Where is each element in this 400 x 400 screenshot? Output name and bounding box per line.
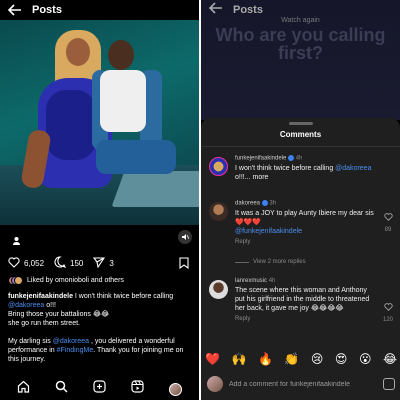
commenter-name[interactable]: dakoreea (235, 201, 260, 207)
post-actions: 6,052 150 3 (8, 256, 120, 270)
video-overlay-small: Watch again (281, 17, 320, 24)
profile-avatar[interactable] (169, 382, 183, 396)
emoji-heart[interactable]: ❤️ (205, 352, 220, 366)
mute-icon[interactable] (178, 230, 192, 244)
heart-icon (383, 303, 393, 311)
back-arrow-icon[interactable] (8, 4, 22, 16)
verified-icon (261, 200, 268, 206)
share-icon[interactable] (93, 256, 106, 270)
emoji-raised-hands[interactable]: 🙌 (231, 352, 246, 366)
comment-time: 4h (268, 278, 276, 284)
liked-by-row[interactable]: Liked by omonioboli and others (8, 276, 124, 285)
commenter-avatar[interactable] (209, 157, 228, 176)
liked-by-text: Liked by omonioboli and others (27, 277, 124, 284)
page-title: Posts (32, 4, 62, 16)
search-icon[interactable] (55, 380, 68, 398)
home-icon[interactable] (17, 380, 30, 398)
heart-icon (383, 213, 393, 221)
caption-mention[interactable]: @dakoreea (53, 338, 89, 345)
comments-sheet: Comments funkejenifaakindele 4h I won't … (201, 118, 400, 400)
comment-mention[interactable]: @funkejenifaakindele (235, 228, 302, 235)
reels-icon[interactable] (131, 380, 144, 398)
comment-composer: Add a comment for funkejenifaakindele (207, 374, 395, 394)
gif-icon[interactable] (383, 378, 395, 390)
create-post-icon[interactable] (93, 380, 106, 398)
comment-like-count: 89 (384, 227, 392, 233)
caption-mention[interactable]: @dakoreea (8, 302, 44, 309)
comment-time: 3h (269, 200, 277, 207)
reply-button[interactable]: Reply (235, 316, 375, 322)
tagged-user-icon[interactable] (12, 232, 21, 250)
emoji-heart-eyes[interactable]: 😍 (335, 352, 348, 366)
post-panel: Posts 6,052 150 3 Liked by omonioboli an… (0, 0, 199, 400)
post-header: Posts (0, 0, 199, 20)
post-caption: funkejenifaakindele I won't think twice … (8, 292, 196, 364)
share-count: 3 (109, 258, 114, 268)
caption-line: Bring those your battalions 😂😂 (8, 311, 110, 318)
sheet-title: Comments (279, 130, 322, 139)
my-avatar (207, 376, 223, 392)
emoji-fire[interactable]: 🔥 (258, 352, 273, 366)
comment-time: 4h (295, 155, 303, 162)
comment-item: funkejenifaakindele 4h I won't think twi… (209, 155, 394, 185)
photo-footer (0, 225, 199, 251)
comment-item: lanrexmusic 4h The scene where this woma… (209, 278, 394, 346)
comment-count: 150 (70, 258, 84, 268)
comment-like[interactable]: 89 (382, 208, 394, 233)
caption-line: she go run them street. (8, 320, 80, 327)
comment-input[interactable]: Add a comment for funkejenifaakindele (229, 381, 377, 388)
reply-button[interactable]: Reply (235, 239, 375, 245)
page-title: Posts (233, 4, 263, 16)
emoji-clap[interactable]: 👏 (284, 352, 299, 366)
comments-panel: Posts Watch again Who are you calling fi… (201, 0, 400, 400)
view-replies-button[interactable]: View 2 more replies (235, 259, 306, 265)
comment-mention[interactable]: @dakoreea (335, 165, 371, 172)
video-overlay-title: Who are you calling first? (215, 25, 386, 63)
caption-hashtag[interactable]: #FindingMe (57, 347, 94, 354)
drag-handle[interactable] (289, 122, 313, 125)
heart-icon[interactable] (8, 256, 20, 270)
bookmark-icon[interactable] (179, 256, 189, 274)
verified-icon (288, 155, 295, 161)
like-count: 6,052 (24, 258, 45, 268)
sheet-divider (201, 146, 400, 147)
commenter-name[interactable]: lanrexmusic (235, 278, 267, 284)
emoji-wow[interactable]: 😮 (359, 352, 372, 366)
emoji-cry[interactable]: 😢 (311, 352, 324, 366)
comment-like[interactable]: 120 (382, 298, 394, 323)
emoji-laugh[interactable]: 😂 (383, 352, 397, 366)
bottom-nav (0, 378, 199, 400)
quick-emoji-bar: ❤️ 🙌 🔥 👏 😢 😍 😮 😂 (205, 352, 397, 366)
caption-username[interactable]: funkejenifaakindele (8, 293, 73, 300)
comment-like-count: 120 (382, 317, 393, 323)
comment-item: dakoreea 3h It was a JOY to play Aunty I… (209, 200, 394, 252)
post-photo[interactable] (0, 20, 199, 225)
comment-icon[interactable] (54, 256, 67, 270)
commenter-avatar[interactable] (209, 202, 228, 221)
commenter-name[interactable]: funkejenifaakindele (235, 156, 286, 162)
commenter-avatar[interactable] (209, 280, 228, 299)
liker-avatars (8, 276, 23, 285)
